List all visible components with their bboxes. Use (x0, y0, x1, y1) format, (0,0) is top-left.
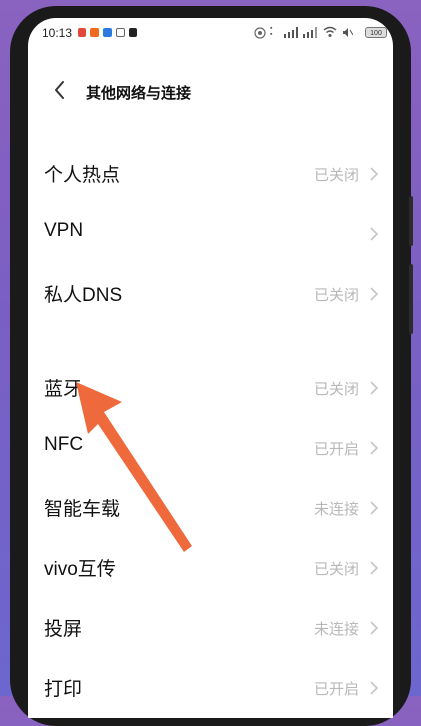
settings-row-print[interactable]: 打印 已开启 (28, 660, 393, 716)
settings-row-vpn[interactable]: VPN (28, 206, 393, 262)
settings-row-bluetooth[interactable]: 蓝牙 已关闭 (28, 360, 393, 416)
row-status: 已关闭 (313, 287, 359, 304)
row-label: vivo互传 (44, 559, 116, 580)
status-bar: 10:13 ▪ ▪ 100 (28, 18, 393, 48)
settings-row-screen-cast[interactable]: 投屏 未连接 (28, 600, 393, 656)
row-label: 打印 (44, 679, 83, 700)
settings-row-private-dns[interactable]: 私人DNS 已关闭 (28, 266, 393, 322)
row-label: 蓝牙 (44, 379, 83, 400)
row-label: 个人热点 (44, 165, 121, 186)
tiktok-icon (129, 28, 137, 37)
settings-row-car[interactable]: 智能车载 未连接 (28, 480, 393, 536)
status-time: 10:13 (42, 26, 73, 40)
row-status: 已关闭 (313, 561, 359, 578)
row-status: 已开启 (313, 441, 359, 458)
row-label: 私人DNS (44, 285, 123, 306)
network-speed-icon: ▪ ▪ (270, 25, 273, 38)
row-status: 已关闭 (313, 381, 359, 398)
chevron-right-icon (370, 621, 379, 635)
row-status: 已关闭 (313, 167, 359, 184)
row-status: 未连接 (313, 501, 359, 518)
wifi-icon (323, 26, 337, 37)
hotspot-icon (254, 27, 266, 39)
back-icon[interactable] (48, 78, 72, 102)
battery-icon: 100 (365, 27, 387, 38)
app-notification-icon (90, 28, 99, 37)
settings-row-hotspot[interactable]: 个人热点 已关闭 (28, 146, 393, 202)
power-button (409, 264, 413, 334)
page-title: 其他网络与连接 (86, 85, 192, 102)
app-notification-icon (103, 28, 112, 37)
chevron-right-icon (370, 681, 379, 695)
settings-row-vivo-share[interactable]: vivo互传 已关闭 (28, 540, 393, 596)
settings-row-nfc[interactable]: NFC 已开启 (28, 420, 393, 476)
chevron-right-icon (370, 167, 379, 181)
image-icon (116, 28, 125, 37)
volume-button (409, 196, 413, 246)
chevron-right-icon (370, 381, 379, 395)
row-label: NFC (44, 434, 84, 455)
row-label: 投屏 (44, 619, 83, 640)
row-status: 未连接 (313, 621, 359, 638)
chevron-right-icon (370, 441, 379, 455)
chevron-right-icon (370, 287, 379, 301)
chevron-right-icon (370, 501, 379, 515)
chevron-right-icon (370, 561, 379, 575)
signal-icon (303, 27, 317, 38)
mute-icon (343, 28, 353, 37)
row-label: 智能车载 (44, 499, 121, 520)
screen: 10:13 ▪ ▪ 100 其他网络与连接 个人热点 已关闭 VPN 私人DNS… (28, 18, 393, 718)
chevron-right-icon (370, 227, 379, 241)
page-header: 其他网络与连接 (28, 74, 393, 114)
video-call-icon (78, 28, 86, 37)
signal-icon (284, 27, 298, 38)
row-label: VPN (44, 220, 84, 241)
